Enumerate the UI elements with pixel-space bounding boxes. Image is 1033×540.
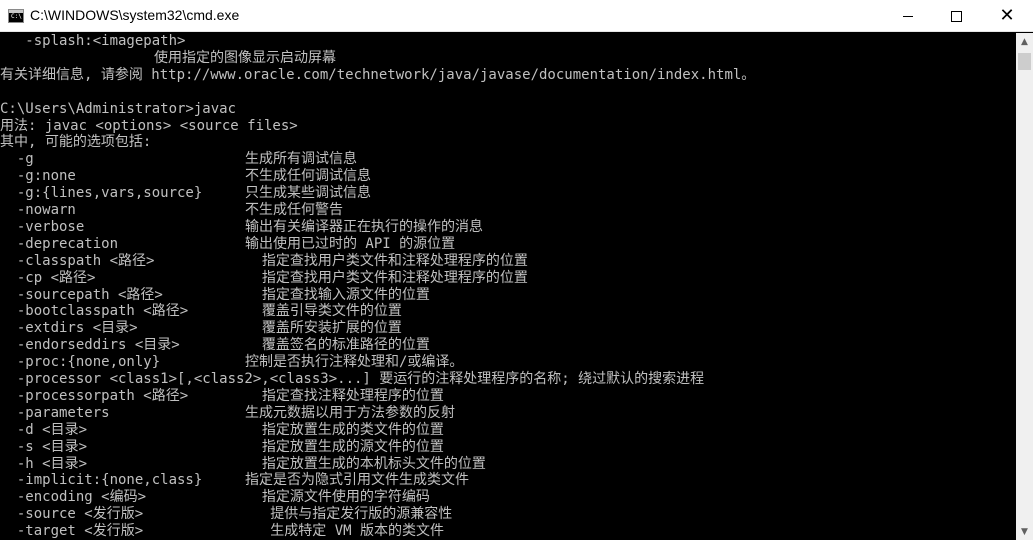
maximize-icon [950,10,962,22]
console-description-text: 提供与指定发行版的源兼容性 [245,506,453,523]
console-option-text: -endorseddirs <目录> [0,337,180,354]
console-description-text: 覆盖所安装扩展的位置 [245,320,402,337]
close-button[interactable]: ✕ [984,0,1030,32]
console-option-text: -h <目录> [0,455,88,472]
console-option-text: -processorpath <路径> [0,387,189,404]
console-option-text: -bootclasspath <路径> [0,303,189,320]
console-description-text: 不生成任何警告 [245,202,343,218]
console-output[interactable]: -splash:<imagepath> 使用指定的图像显示启动屏幕 有关详细信息, … [0,33,1016,540]
console-description-text: 生成所有调试信息 [245,151,357,168]
cmd-app-icon[interactable]: C:\ [8,9,24,23]
console-description-text: 使用指定的图像显示启动屏幕 [154,49,336,66]
scroll-up-arrow-icon[interactable]: ▲ [1016,33,1033,50]
console-description-text: 指定查找用户类文件和注释处理程序的位置 [245,269,528,286]
console-option-text: -source <发行版> [0,506,144,523]
console-option-text: -verbose [0,218,85,235]
console-description-text: 覆盖签名的标准路径的位置 [245,337,430,354]
minimize-icon [903,15,913,17]
console-description-text: 生成元数据以用于方法参数的反射 [245,404,455,421]
console-option-text: -splash:<imagepath> [0,33,186,49]
cmd-window: C:\ C:\WINDOWS\system32\cmd.exe ✕ -splas… [0,0,1033,540]
console-description-text: 控制是否执行注释处理和/或编译。 [245,354,464,371]
console-description-text: 指定查找用户类文件和注释处理程序的位置 [245,252,528,269]
console-option-text: -d <目录> [0,421,88,438]
maximize-button[interactable] [933,0,979,32]
console-option-text: -processor <class1>[,<class2>,<class3>..… [0,371,705,387]
console-description-text: 输出有关编译器正在执行的操作的消息 [245,218,483,235]
console-option-text: -parameters [0,404,110,421]
console-option-text: -s <目录> [0,438,88,455]
console-description-text: 指定查找输入源文件的位置 [245,286,430,303]
console-option-text: -target <发行版> [0,523,144,540]
console-option-text: -sourcepath <路径> [0,286,163,303]
console-option-text: -proc:{none,only} [0,354,161,371]
console-description-text: 不生成任何调试信息 [245,168,371,185]
console-option-text: -g:none [0,168,76,185]
console-description-text: 指定放置生成的本机标头文件的位置 [245,455,486,472]
minimize-button[interactable] [885,0,931,32]
scroll-down-arrow-icon[interactable]: ▼ [1016,523,1033,540]
console-description-text: 指定放置生成的类文件的位置 [245,421,444,438]
console-option-text: -encoding <编码> [0,489,147,506]
console-description-text: 指定查找注释处理程序的位置 [245,387,444,404]
console-option-text: -deprecation [0,235,119,252]
console-option-text: -nowarn [0,202,76,218]
console-option-text: -g:{lines,vars,source} [0,185,203,202]
close-icon: ✕ [999,5,1015,26]
console-option-text: -classpath <路径> [0,252,155,269]
console-option-text: 其中, 可能的选项包括: [0,134,152,151]
title-bar[interactable]: C:\ C:\WINDOWS\system32\cmd.exe ✕ [0,0,1033,32]
console-option-text: -g [0,151,34,168]
console-option-text: C:\Users\Administrator>javac [0,100,237,117]
console-description-text: 指定是否为隐式引用文件生成类文件 [245,472,469,489]
scrollbar-thumb[interactable] [1018,53,1031,70]
console-description-text: 生成特定 VM 版本的类文件 [245,523,445,540]
vertical-scrollbar[interactable]: ▲ ▼ [1016,33,1033,540]
console-option-text: -cp <路径> [0,269,96,286]
window-title: C:\WINDOWS\system32\cmd.exe [30,7,240,23]
console-description-text: 覆盖引导类文件的位置 [245,303,402,320]
console-option-text: -extdirs <目录> [0,320,138,337]
console-description-text: 输出使用已过时的 API 的源位置 [245,235,456,252]
console-option-text: 有关详细信息, 请参阅 http://www.oracle.com/techne… [0,66,756,83]
console-option-text: -implicit:{none,class} [0,472,203,489]
console-option-text: 用法: javac <options> <source files> [0,117,298,134]
console-description-text: 指定放置生成的源文件的位置 [245,438,444,455]
console-description-text: 只生成某些调试信息 [245,185,371,202]
console-description-text: 指定源文件使用的字符编码 [245,489,430,506]
